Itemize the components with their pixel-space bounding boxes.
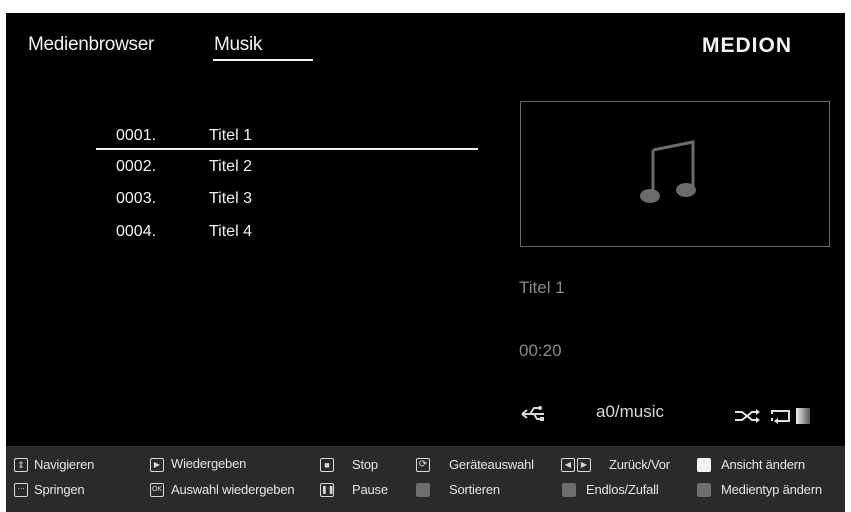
track-title[interactable]: Titel 4 xyxy=(209,223,252,241)
selection-underline xyxy=(96,148,478,150)
hint-device-select: Geräteauswahl xyxy=(449,457,534,472)
media-path: a0/music xyxy=(596,402,665,421)
hint-change-view: Ansicht ändern xyxy=(721,457,805,472)
left-key-icon: ◀ xyxy=(561,458,575,472)
hint-pause: Pause xyxy=(352,482,388,497)
up-down-key-icon: ⇕ xyxy=(14,458,28,472)
hint-play-selection: Auswahl wiedergeben xyxy=(171,482,295,497)
shuffle-icon xyxy=(735,409,760,423)
right-key-icon: ▶ xyxy=(577,458,591,472)
hint-loop-shuffle: Endlos/Zufall xyxy=(586,482,659,497)
repeat-mode-indicator-icon xyxy=(796,408,810,424)
album-art-frame xyxy=(520,101,830,247)
tab-media-browser[interactable]: Medienbrowser xyxy=(28,34,154,56)
track-number[interactable]: 0001. xyxy=(116,127,156,145)
medion-logo: MEDION xyxy=(702,34,792,57)
ok-key-icon: OK xyxy=(150,483,164,497)
playback-time: 00:20 xyxy=(519,341,562,360)
track-number[interactable]: 0003. xyxy=(116,190,156,208)
track-title[interactable]: Titel 2 xyxy=(209,158,252,176)
hint-navigate: Navigieren xyxy=(34,457,95,472)
hint-jump: Springen xyxy=(34,482,85,497)
active-tab-underline xyxy=(213,59,313,61)
music-note-icon xyxy=(640,140,696,203)
track-number[interactable]: 0002. xyxy=(116,158,156,176)
play-key-icon: ▶ xyxy=(150,458,164,472)
hint-sort: Sortieren xyxy=(449,482,500,497)
grey-key-icon xyxy=(697,483,711,497)
track-title[interactable]: Titel 3 xyxy=(209,190,252,208)
source-key-icon: ⟳ xyxy=(416,458,430,472)
hint-stop: Stop xyxy=(352,457,378,472)
hint-change-media-type: Medientyp ändern xyxy=(721,482,822,497)
white-key-icon xyxy=(697,458,711,472)
footer-bar: ⇕ Navigieren ⋯ Springen ▶ Wiedergeben OK… xyxy=(6,446,845,512)
grey-key-icon xyxy=(416,483,430,497)
track-number[interactable]: 0004. xyxy=(116,223,156,241)
media-browser-screen: Medienbrowser Musik MEDION 0001. Titel 1… xyxy=(6,13,845,512)
grey-key-icon xyxy=(562,483,576,497)
stop-key-icon: ■ xyxy=(320,458,334,472)
pause-key-icon: ❚❚ xyxy=(320,483,334,497)
number-keys-icon: ⋯ xyxy=(14,483,28,497)
repeat-icon xyxy=(771,410,790,424)
hint-back-forward: Zurück/Vor xyxy=(609,457,670,472)
track-title[interactable]: Titel 1 xyxy=(209,127,252,145)
now-playing-title: Titel 1 xyxy=(519,278,565,297)
tab-music[interactable]: Musik xyxy=(214,34,262,56)
hint-play: Wiedergeben xyxy=(171,456,247,471)
usb-icon xyxy=(521,406,544,421)
